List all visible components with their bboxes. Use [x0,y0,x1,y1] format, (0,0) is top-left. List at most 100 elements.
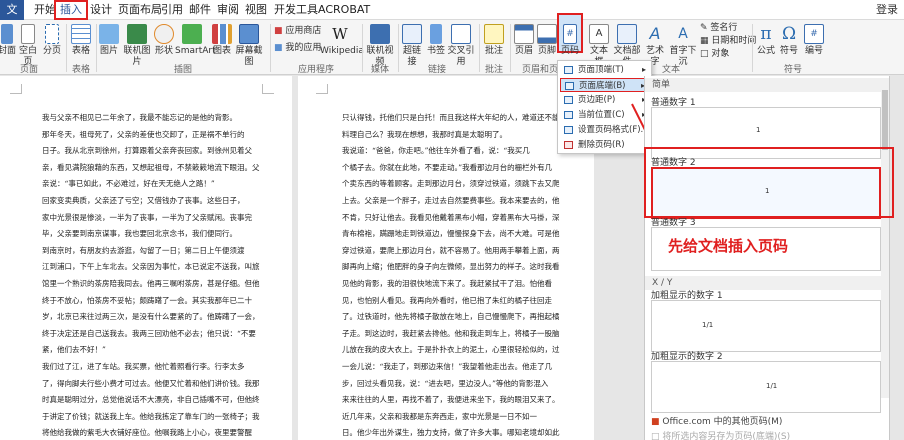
smartart-label: SmartArt [175,46,216,56]
save-icon: □ [651,432,660,440]
chart-label: 图表 [212,46,231,56]
picture-icon [99,24,119,44]
comment-label: 批注 [484,46,503,56]
group-label-text: 文本 [662,65,681,75]
online-picture-button[interactable]: 联机图片 [121,24,153,68]
picture-button[interactable]: 图片 [98,24,120,57]
screenshot-icon [239,24,259,44]
table-label: 表格 [71,46,90,56]
page-break-button[interactable]: 分页 [41,24,63,57]
textbox-icon: A [589,24,609,44]
numbering-icon: # [804,24,824,44]
margin-mark [316,84,328,94]
word-window: { "menu": { "tabs": ["文件","开始","插入","设计"… [0,0,904,440]
date-time-label: 日期和时间 [711,36,757,46]
more-page-numbers-link[interactable]: ■ Office.com 中的其他页码(M) [651,414,782,427]
object-button[interactable]: □ 对象 [700,48,729,60]
picture-label: 图片 [99,46,118,56]
screenshot-button[interactable]: 屏幕截图 [232,24,266,68]
header-button[interactable]: 页眉 [512,24,536,57]
document-page-2[interactable]: 只认得钱，托他们只是白托！而且我这样大年纪的人，难道还不能 料理自己么？我现在想… [298,76,594,440]
app-store-button[interactable]: ■ 应用商店 [274,25,321,37]
tab-view[interactable]: 视图 [241,0,271,20]
drop-cap-icon: A [678,26,688,42]
footer-icon [537,24,557,44]
footer-label: 页脚 [537,46,556,56]
separator [479,24,480,72]
tab-insert[interactable]: 插入 [54,0,88,20]
gallery-thumb-bold-number-2[interactable]: 1/1 [651,361,881,413]
date-time-button[interactable]: ▦ 日期和时间 [700,35,756,47]
page-margins-icon [564,96,573,104]
hyperlink-button[interactable]: 超链接 [399,24,425,68]
hyperlink-label: 超链接 [402,46,421,67]
footer-button[interactable]: 页脚 [537,24,557,57]
smartart-icon [182,24,202,44]
bookmark-icon [430,24,442,44]
page-2-text: 只认得钱，托他们只是白托！而且我这样大年纪的人，难道还不能 料理自己么？我现在想… [342,113,560,438]
gallery-scrollbar[interactable] [881,80,889,398]
equation-label: 公式 [756,46,775,56]
callout-text: 先给文档插入页码 [668,237,789,255]
symbol-button[interactable]: Ω 符号 [778,24,800,57]
bookmark-label: 书签 [426,46,445,56]
save-selection-label: 将所选内容另存为页码(底端)(S) [662,432,791,440]
current-position-icon [564,111,573,119]
bookmark-button[interactable]: 书签 [426,24,446,57]
separator [362,24,363,72]
cross-reference-label: 交叉引用 [447,46,475,67]
menu-item-label: 当前位置(C) [578,110,625,120]
tab-references[interactable]: 引用 [157,0,187,20]
shapes-label: 形状 [154,46,173,56]
shapes-button[interactable]: 形状 [154,24,174,57]
page-number-preview: 1 [756,126,761,134]
table-button[interactable]: 表格 [70,24,92,57]
page-number-gallery: 简单 普通数字 1 1 普通数字 2 1 普通数字 3 X / Y 加粗显示的数… [644,76,890,440]
numbering-label: 编号 [804,46,823,56]
quick-parts-icon [617,24,637,44]
cross-reference-button[interactable]: 交叉引用 [446,24,476,68]
page-number-preview: 1/1 [766,382,778,390]
equation-button[interactable]: π 公式 [755,24,777,57]
tab-mailings[interactable]: 邮件 [185,0,215,20]
page-number-button[interactable]: # 页码 [557,13,583,56]
wikipedia-button[interactable]: W Wikipedia [320,24,364,57]
my-apps-button[interactable]: ■ 我的应用 [274,42,321,54]
menu-bar: 文件 开始 插入 设计 页面布局 引用 邮件 审阅 视图 开发工具 ACROBA… [0,0,904,36]
remove-icon [564,141,573,149]
document-page-1[interactable]: 我与父亲不相见已二年余了，我最不能忘记的是他的背影。 那年冬天，祖母死了，父亲的… [0,76,292,440]
wikipedia-icon: W [332,25,348,43]
screenshot-label: 屏幕截图 [235,46,263,67]
group-label-illustrations: 插图 [174,65,193,75]
table-icon [71,24,91,44]
tab-file[interactable]: 文件 [0,0,24,36]
highlight-frame [644,147,894,218]
signature-icon: ✎ [700,23,708,33]
tab-design[interactable]: 设计 [86,0,116,20]
my-apps-icon: ■ [274,43,283,53]
cover-page-label: 封面 [0,46,17,56]
margin-mark [262,84,274,94]
menu-bottom-of-page[interactable]: 页面底端(B) ▸ [560,78,649,92]
hyperlink-icon [402,24,422,44]
numbering-button[interactable]: # 编号 [803,24,825,57]
group-label-comments: 批注 [485,65,504,75]
signature-line-button[interactable]: ✎ 签名行 [700,22,737,34]
menu-top-of-page[interactable]: 页面顶端(T) ▸ [560,63,649,77]
signature-line-label: 签名行 [710,23,738,33]
comment-button[interactable]: 批注 [482,24,506,57]
group-label-media: 媒体 [371,65,390,75]
page-bottom-icon [565,82,574,90]
smartart-button[interactable]: SmartArt [175,24,216,57]
wordart-icon: A [649,24,661,43]
chart-button[interactable]: 图表 [212,24,232,57]
online-picture-label: 联机图片 [123,46,151,67]
tab-review[interactable]: 审阅 [213,0,243,20]
gallery-thumb-bold-number-1[interactable]: 1/1 [651,300,881,352]
office-icon: ■ [651,417,660,427]
group-label-symbols: 符号 [784,65,803,75]
login-link[interactable]: 登录 [876,0,898,20]
tab-acrobat[interactable]: ACROBAT [314,0,374,20]
cover-page-button[interactable]: 封面 [0,24,16,57]
scrollbar-thumb[interactable] [882,90,888,150]
